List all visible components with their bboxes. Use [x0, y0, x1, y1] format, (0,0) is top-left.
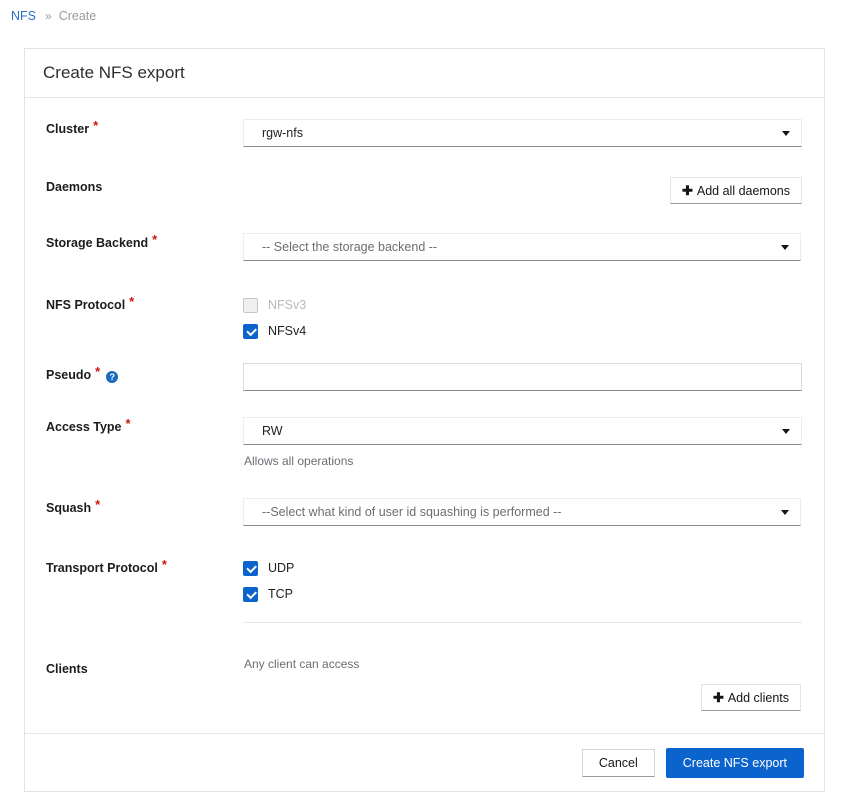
chevron-down-icon [781, 510, 789, 515]
help-circle-icon[interactable]: ? [106, 371, 119, 383]
create-nfs-export-button[interactable]: Create NFS export [665, 747, 804, 778]
required-marker: * [125, 416, 131, 431]
create-nfs-export-card: Create NFS export Cluster * rgw-nfs Daemo… [24, 48, 825, 792]
control-wrap-nfs-protocol: NFSv3 NFSv4 [243, 295, 824, 341]
control-wrap-daemons: ✚ Add all daemons [243, 177, 824, 205]
label-clients-text: Clients [46, 662, 88, 676]
label-cluster: Cluster * [25, 118, 243, 147]
breadcrumb-separator-icon: » [45, 8, 52, 23]
squash-select-value: --Select what kind of user id squashing … [262, 505, 562, 519]
checkbox-udp[interactable] [243, 560, 258, 576]
label-squash: Squash * [25, 497, 243, 526]
label-transport-protocol-text: Transport Protocol [46, 561, 158, 575]
form-row-access-type: Access Type * RW Allows all operations [25, 416, 824, 468]
card-body: Cluster * rgw-nfs Daemons ✚ Add all daemon… [25, 98, 824, 733]
plus-icon: ✚ [681, 183, 693, 198]
form-row-clients: Clients Any client can access ✚ Add clien… [25, 657, 824, 733]
label-nfs-protocol: NFS Protocol * [25, 294, 243, 341]
label-pseudo-text: Pseudo [46, 368, 92, 382]
label-daemons-text: Daemons [46, 180, 103, 194]
required-marker: * [95, 497, 101, 512]
pseudo-input[interactable] [243, 363, 802, 391]
control-wrap-pseudo [243, 363, 824, 391]
checkbox-row-nfsv3: NFSv3 [243, 295, 802, 315]
cluster-select-value: rgw-nfs [262, 126, 303, 140]
required-marker: * [93, 118, 99, 133]
label-transport-protocol: Transport Protocol * [25, 557, 243, 623]
cancel-button[interactable]: Cancel [581, 748, 655, 777]
checkbox-label-tcp[interactable]: TCP [268, 587, 293, 601]
access-type-helper-text: Allows all operations [244, 454, 354, 468]
form-row-pseudo: Pseudo *? [25, 363, 824, 391]
storage-backend-select-value: -- Select the storage backend -- [262, 240, 438, 254]
checkbox-nfsv4[interactable] [243, 323, 258, 339]
add-clients-button[interactable]: ✚ Add clients [700, 684, 801, 711]
breadcrumb-link-nfs[interactable]: NFS [11, 9, 36, 23]
breadcrumb: NFS » Create [0, 0, 850, 23]
label-pseudo: Pseudo *? [25, 363, 243, 391]
chevron-down-icon [781, 245, 789, 250]
section-divider [243, 622, 802, 623]
chevron-down-icon [782, 429, 790, 434]
form-row-squash: Squash * --Select what kind of user id sq… [25, 497, 824, 526]
checkbox-label-udp[interactable]: UDP [268, 561, 294, 575]
checkbox-row-tcp: TCP [243, 584, 802, 604]
control-wrap-squash: --Select what kind of user id squashing … [243, 498, 824, 526]
chevron-down-icon [782, 131, 790, 136]
required-marker: * [95, 364, 101, 379]
label-nfs-protocol-text: NFS Protocol [46, 298, 126, 312]
checkbox-row-nfsv4: NFSv4 [243, 321, 802, 341]
form-row-daemons: Daemons ✚ Add all daemons [25, 177, 824, 205]
label-access-type-text: Access Type [46, 420, 122, 434]
form-row-cluster: Cluster * rgw-nfs [25, 118, 824, 147]
form-row-transport-protocol: Transport Protocol * UDP TCP [25, 557, 824, 623]
add-all-daemons-button[interactable]: ✚ Add all daemons [669, 177, 802, 204]
add-all-daemons-label: Add all daemons [696, 183, 790, 198]
label-squash-text: Squash [46, 501, 92, 515]
checkbox-nfsv3 [243, 297, 258, 313]
card-header: Create NFS export [25, 49, 824, 98]
checkbox-row-udp: UDP [243, 558, 802, 578]
label-access-type: Access Type * [25, 416, 243, 468]
plus-icon: ✚ [712, 690, 724, 705]
squash-select[interactable]: --Select what kind of user id squashing … [243, 498, 801, 526]
label-storage-backend-text: Storage Backend [46, 236, 149, 250]
clients-status-text: Any client can access [244, 657, 360, 671]
form-row-storage-backend: Storage Backend * -- Select the storage b… [25, 232, 824, 261]
required-marker: * [152, 232, 158, 247]
label-cluster-text: Cluster [46, 122, 90, 136]
checkbox-label-nfsv3: NFSv3 [268, 298, 307, 312]
required-marker: * [161, 557, 167, 572]
add-clients-label: Add clients [727, 690, 789, 705]
clients-actions: ✚ Add clients [243, 684, 801, 711]
card-footer: Cancel Create NFS export [25, 733, 824, 791]
cluster-select[interactable]: rgw-nfs [243, 119, 802, 147]
control-wrap-clients: Any client can access ✚ Add clients [243, 657, 824, 711]
access-type-select[interactable]: RW [243, 417, 802, 445]
control-wrap-access-type: RW Allows all operations [243, 417, 824, 468]
control-wrap-cluster: rgw-nfs [243, 119, 824, 147]
access-type-select-value: RW [262, 424, 283, 438]
page-title: Create NFS export [43, 63, 185, 82]
required-marker: * [129, 294, 135, 309]
checkbox-tcp[interactable] [243, 586, 258, 602]
label-storage-backend: Storage Backend * [25, 232, 243, 261]
storage-backend-select[interactable]: -- Select the storage backend -- [243, 233, 801, 261]
control-wrap-storage-backend: -- Select the storage backend -- [243, 233, 824, 261]
checkbox-label-nfsv4[interactable]: NFSv4 [268, 324, 306, 338]
label-daemons: Daemons [25, 177, 243, 205]
form-row-nfs-protocol: NFS Protocol * NFSv3 NFSv4 [25, 294, 824, 341]
breadcrumb-current-create: Create [58, 8, 97, 23]
label-clients: Clients [25, 659, 243, 711]
control-wrap-transport-protocol: UDP TCP [243, 558, 824, 623]
